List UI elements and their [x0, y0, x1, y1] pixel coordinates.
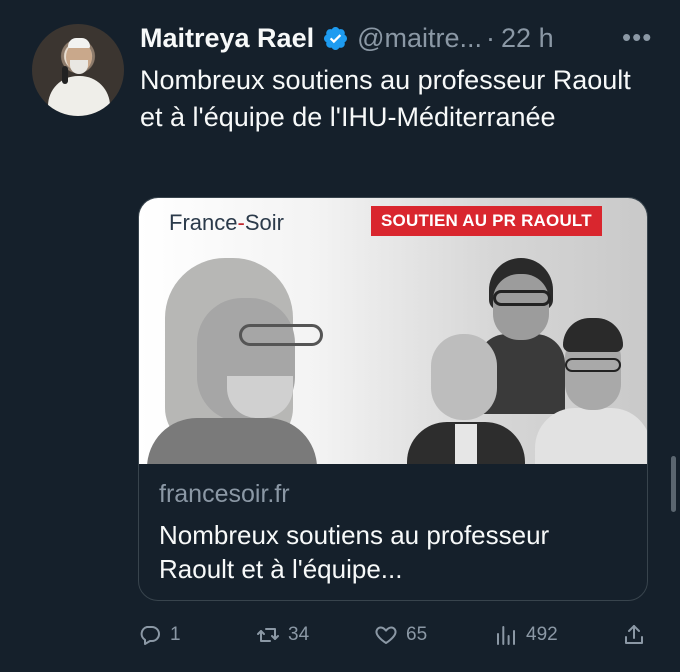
tweet-text: Nombreux soutiens au professeur Raoult e…	[140, 65, 631, 132]
author-name[interactable]: Maitreya Rael	[140, 23, 314, 54]
portrait-bald-man	[407, 334, 527, 464]
view-count: 492	[526, 624, 558, 645]
reply-icon	[140, 626, 160, 645]
portrait-young-man	[531, 318, 647, 464]
avatar-robe	[48, 76, 110, 116]
card-domain: francesoir.fr	[159, 480, 290, 508]
portrait-bald-man-shirt	[455, 424, 477, 464]
header-separator: ·	[486, 22, 496, 53]
retweet-count: 34	[288, 624, 310, 645]
france-soir-logo: France-Soir	[169, 210, 284, 236]
card-image[interactable]: France-Soir SOUTIEN AU PR RAOULT	[139, 198, 647, 464]
portrait-main-coat	[147, 418, 317, 464]
verified-icon	[322, 25, 349, 52]
avatar-microphone	[62, 66, 68, 84]
like-count: 65	[406, 624, 428, 645]
views-button[interactable]: 492	[494, 618, 558, 652]
support-banner: SOUTIEN AU PR RAOULT	[371, 206, 602, 236]
more-icon[interactable]: •••	[622, 22, 652, 53]
logo-dash: -	[237, 210, 245, 235]
reply-count: 1	[170, 624, 181, 645]
portrait-main	[139, 258, 339, 464]
portrait-main-glasses	[239, 324, 323, 346]
portrait-woman-glasses	[493, 290, 551, 306]
reply-button[interactable]: 1	[138, 618, 181, 652]
retweet-icon	[257, 628, 279, 642]
logo-part-france: France	[169, 210, 238, 235]
like-icon	[375, 626, 397, 644]
portrait-young-man-body	[535, 408, 647, 464]
tweet-actions: 1 34 65 492	[138, 618, 648, 652]
views-icon	[497, 626, 515, 645]
avatar-beard	[70, 60, 88, 74]
portrait-young-man-hair	[563, 318, 623, 352]
card-title: Nombreux soutiens au professeur Raoult e…	[159, 520, 550, 584]
author-handle[interactable]: @maitre...	[357, 23, 482, 54]
author-avatar[interactable]	[32, 24, 124, 116]
scrollbar-thumb[interactable]	[671, 456, 676, 512]
share-button[interactable]	[622, 618, 654, 652]
portrait-bald-man-face	[431, 334, 497, 420]
like-button[interactable]: 65	[374, 618, 427, 652]
share-icon	[625, 625, 643, 644]
avatar-hair	[68, 38, 90, 48]
link-card[interactable]: France-Soir SOUTIEN AU PR RAOULT frances…	[138, 197, 648, 601]
tweet-header: Maitreya Rael @maitre... · 22 h	[140, 20, 554, 56]
tweet-timestamp[interactable]: 22 h	[501, 23, 554, 54]
logo-part-soir: Soir	[244, 210, 284, 235]
retweet-button[interactable]: 34	[256, 618, 309, 652]
portrait-young-man-glasses	[565, 358, 621, 372]
